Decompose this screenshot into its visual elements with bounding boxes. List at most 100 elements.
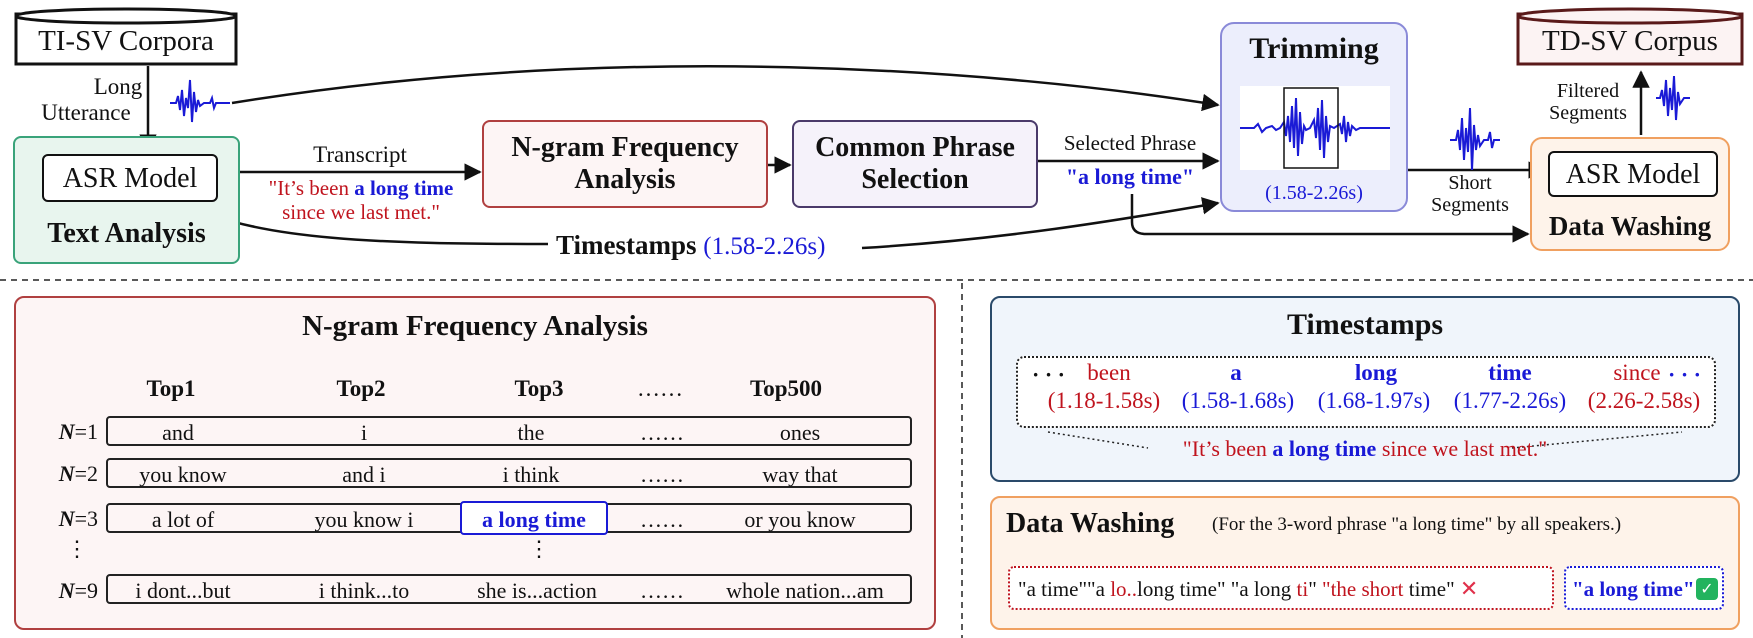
row-label-n9: N=9 bbox=[40, 578, 98, 604]
asr-model-right-label: ASR Model bbox=[1565, 159, 1701, 190]
rejected-3a: "a long bbox=[1230, 577, 1297, 601]
rejected-segments-text: "a time""a lo..long time" "a long ti" "t… bbox=[1018, 577, 1478, 602]
ts-time-long: (1.68-1.97s) bbox=[1317, 388, 1431, 413]
ts-word-since: since bbox=[1613, 360, 1661, 385]
ngram-cell: the bbox=[517, 420, 545, 445]
column-header-top500: Top500 bbox=[749, 376, 823, 401]
column-header-ellipsis: …… bbox=[637, 376, 683, 401]
data-washing-group: ASR Model Data Washing bbox=[1530, 137, 1730, 251]
sentence-part-a: "It’s been bbox=[1182, 436, 1273, 461]
ngram-panel-title: N-gram Frequency Analysis bbox=[302, 310, 648, 342]
ngram-cell: …… bbox=[640, 420, 684, 445]
ngram-analysis-node: N-gram Frequency Analysis bbox=[482, 120, 768, 208]
row-label-n3-eq: =3 bbox=[74, 506, 98, 531]
ngram-cell-highlight: a long time bbox=[460, 501, 608, 535]
asr-model-left-node: ASR Model bbox=[42, 154, 218, 202]
waveform-icon-short bbox=[1450, 107, 1500, 171]
short-segments-line2: Segments bbox=[1431, 194, 1509, 216]
row-label-n1: N=1 bbox=[40, 419, 98, 445]
transcript-label: Transcript bbox=[313, 142, 407, 167]
ts-word-time: time bbox=[1488, 360, 1532, 385]
row-label-n1-eq: =1 bbox=[74, 419, 98, 444]
waveform-icon-left bbox=[170, 79, 230, 123]
ngram-cell: a lot of bbox=[151, 507, 215, 532]
common-phrase-line1: Common Phrase bbox=[815, 132, 1015, 163]
rejected-2c: long time" bbox=[1137, 577, 1226, 601]
ngram-cell: and i bbox=[342, 462, 386, 487]
ts-word-a: a bbox=[1230, 360, 1242, 385]
row-vdots: ⋮ bbox=[66, 536, 88, 561]
transcript-highlight: a long time bbox=[354, 176, 454, 200]
ngram-cell: ones bbox=[779, 420, 821, 445]
long-utterance-line1: Long bbox=[93, 74, 143, 99]
ngram-cell: i dont...but bbox=[135, 578, 231, 603]
arrow-utterance-to-trimming bbox=[231, 65, 1220, 112]
timestamps-center-value: (1.58-2.26s) bbox=[703, 233, 826, 260]
trimming-node: Trimming (1.58-2.26s) bbox=[1220, 22, 1408, 212]
rejected-segments-box: "a time""a lo..long time" "a long ti" "t… bbox=[1008, 566, 1554, 610]
row-label-n3-var: N bbox=[58, 506, 75, 531]
check-icon: ✓ bbox=[1696, 578, 1718, 600]
column-header-top3: Top3 bbox=[514, 376, 564, 401]
ngram-row-n9: i dont...but i think...to she is...actio… bbox=[106, 574, 912, 604]
rejected-4a: "the short bbox=[1322, 577, 1404, 601]
ngram-row-n2: you know and i i think …… way that bbox=[106, 458, 912, 488]
column-vdots: ⋮ bbox=[528, 536, 550, 561]
text-analysis-label: Text Analysis bbox=[47, 218, 206, 249]
filtered-segments-line2: Segments bbox=[1549, 102, 1627, 124]
row-label-n2-var: N bbox=[58, 461, 75, 486]
row-label-n2-eq: =2 bbox=[74, 461, 98, 486]
common-phrase-node: Common Phrase Selection bbox=[792, 120, 1038, 208]
trimming-waveform-panel bbox=[1240, 86, 1390, 170]
trimming-title: Trimming bbox=[1249, 32, 1379, 65]
ngram-cell: …… bbox=[640, 578, 684, 603]
sentence-highlight: a long time bbox=[1272, 436, 1377, 461]
ngram-cell: she is...action bbox=[477, 578, 597, 603]
ngram-node-line2: Analysis bbox=[574, 164, 676, 195]
ngram-row-n3: a lot of you know i a long time …… or yo… bbox=[106, 501, 912, 535]
waveform-icon-trimming bbox=[1240, 87, 1390, 169]
ngram-cell: you know i bbox=[314, 507, 414, 532]
rejected-3b: ti bbox=[1296, 577, 1309, 601]
ngram-cell: or you know bbox=[744, 507, 856, 532]
timestamps-curve-right bbox=[861, 197, 1220, 250]
selected-phrase-value: "a long time" bbox=[1065, 164, 1195, 189]
ts-time-a: (1.58-1.68s) bbox=[1181, 388, 1295, 413]
selected-phrase-label: Selected Phrase bbox=[1063, 131, 1197, 155]
sentence-part-c: since we last met." bbox=[1376, 436, 1548, 461]
column-header-top2: Top2 bbox=[336, 376, 386, 401]
ngram-cell: …… bbox=[640, 507, 684, 532]
washing-panel: Data Washing (For the 3-word phrase "a l… bbox=[990, 496, 1740, 630]
ngram-cell: and bbox=[162, 420, 194, 445]
ts-time-time: (1.77-2.26s) bbox=[1453, 388, 1567, 413]
timestamps-center-title: Timestamps bbox=[556, 230, 697, 260]
ngram-cell: …… bbox=[640, 462, 684, 487]
row-label-n3: N=3 bbox=[40, 506, 98, 532]
ngram-row-n1: and i the …… ones bbox=[106, 416, 912, 446]
long-utterance-line2: Utterance bbox=[41, 100, 131, 125]
short-segments-label: Short Segments bbox=[1416, 172, 1524, 216]
accepted-segment-box: "a long time" ✓ bbox=[1564, 566, 1724, 610]
asr-model-right-node: ASR Model bbox=[1548, 151, 1718, 197]
rejected-3c: " bbox=[1308, 577, 1317, 601]
ngram-node-line1: N-gram Frequency bbox=[511, 132, 739, 163]
text-analysis-group: ASR Model Text Analysis bbox=[13, 136, 240, 264]
ts-time-since: (2.26-2.58s) bbox=[1587, 388, 1701, 413]
rejected-2b: lo.. bbox=[1110, 577, 1138, 601]
asr-model-left-label: ASR Model bbox=[62, 163, 198, 194]
rejected-2a: "a bbox=[1087, 577, 1111, 601]
short-segments-line1: Short bbox=[1448, 172, 1492, 194]
transcript-line1-a: "It’s been bbox=[268, 176, 355, 200]
timestamps-panel: Timestamps · · · · · · been (1.18-1.58s)… bbox=[990, 296, 1740, 482]
washing-panel-note: (For the 3-word phrase "a long time" by … bbox=[1212, 514, 1622, 535]
timestamps-word-box: · · · · · · been (1.18-1.58s) a (1.58-1.… bbox=[1016, 356, 1716, 428]
row-label-n1-var: N bbox=[58, 419, 75, 444]
row-label-n9-eq: =9 bbox=[74, 578, 98, 603]
long-utterance-label: Long bbox=[66, 74, 170, 100]
timestamps-panel-title: Timestamps bbox=[1286, 308, 1444, 341]
filtered-segments-label: Filtered Segments bbox=[1536, 80, 1640, 124]
ts-time-been: (1.18-1.58s) bbox=[1047, 388, 1161, 413]
timestamps-center-label: Timestamps (1.58-2.26s) bbox=[556, 230, 866, 261]
ti-sv-corpora-label: TI-SV Corpora bbox=[38, 25, 214, 57]
ngram-cell: you know bbox=[139, 462, 227, 487]
